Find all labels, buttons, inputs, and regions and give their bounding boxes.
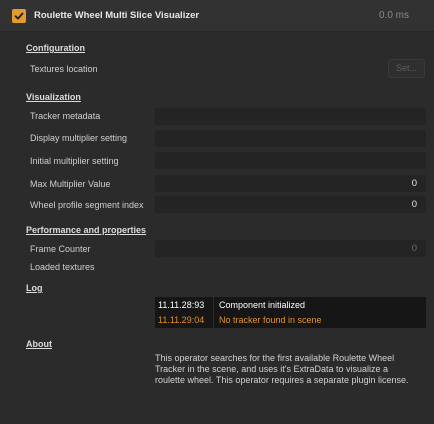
display-multiplier-field[interactable] bbox=[155, 130, 426, 147]
section-performance[interactable]: Performance and properties bbox=[26, 225, 146, 235]
about-description: This operator searches for the first ava… bbox=[155, 353, 409, 386]
max-multiplier-value: 0 bbox=[411, 178, 417, 189]
check-icon bbox=[14, 12, 24, 20]
log-message: Component initialized bbox=[219, 300, 306, 310]
log-timestamp: 11.11.29:04 bbox=[158, 315, 205, 325]
set-textures-button[interactable]: Set... bbox=[388, 59, 425, 78]
section-log[interactable]: Log bbox=[26, 283, 43, 293]
section-visualization[interactable]: Visualization bbox=[26, 92, 81, 102]
section-configuration[interactable]: Configuration bbox=[26, 43, 85, 53]
frame-counter-field: 0 bbox=[155, 240, 426, 257]
timing-readout: 0.0 ms bbox=[378, 10, 409, 21]
component-title: Roulette Wheel Multi Slice Visualizer bbox=[34, 10, 200, 21]
log-timestamp: 11.11.28:93 bbox=[158, 300, 205, 310]
wheel-segment-index-value: 0 bbox=[411, 199, 417, 210]
initial-multiplier-label: Initial multiplier setting bbox=[30, 156, 119, 166]
wheel-segment-index-field[interactable]: 0 bbox=[155, 196, 426, 213]
enable-checkbox[interactable] bbox=[12, 9, 26, 23]
max-multiplier-label: Max Multiplier Value bbox=[30, 179, 111, 189]
log-entry: 11.11.29:04 No tracker found in scene bbox=[155, 313, 426, 327]
log-message: No tracker found in scene bbox=[219, 315, 322, 325]
tracker-metadata-field[interactable] bbox=[155, 108, 426, 125]
component-header: Roulette Wheel Multi Slice Visualizer 0.… bbox=[0, 0, 434, 32]
display-multiplier-label: Display multiplier setting bbox=[30, 133, 128, 143]
frame-counter-value: 0 bbox=[411, 243, 417, 254]
textures-location-label: Textures location bbox=[30, 64, 98, 74]
max-multiplier-field[interactable]: 0 bbox=[155, 175, 426, 192]
loaded-textures-label: Loaded textures bbox=[30, 262, 95, 272]
log-panel[interactable]: 11.11.28:93 Component initialized 11.11.… bbox=[155, 297, 426, 328]
log-entry: 11.11.28:93 Component initialized bbox=[155, 298, 426, 312]
wheel-segment-index-label: Wheel profile segment index bbox=[30, 200, 144, 210]
initial-multiplier-field[interactable] bbox=[155, 152, 426, 169]
frame-counter-label: Frame Counter bbox=[30, 244, 91, 254]
section-about[interactable]: About bbox=[26, 339, 52, 349]
tracker-metadata-label: Tracker metadata bbox=[30, 111, 101, 121]
